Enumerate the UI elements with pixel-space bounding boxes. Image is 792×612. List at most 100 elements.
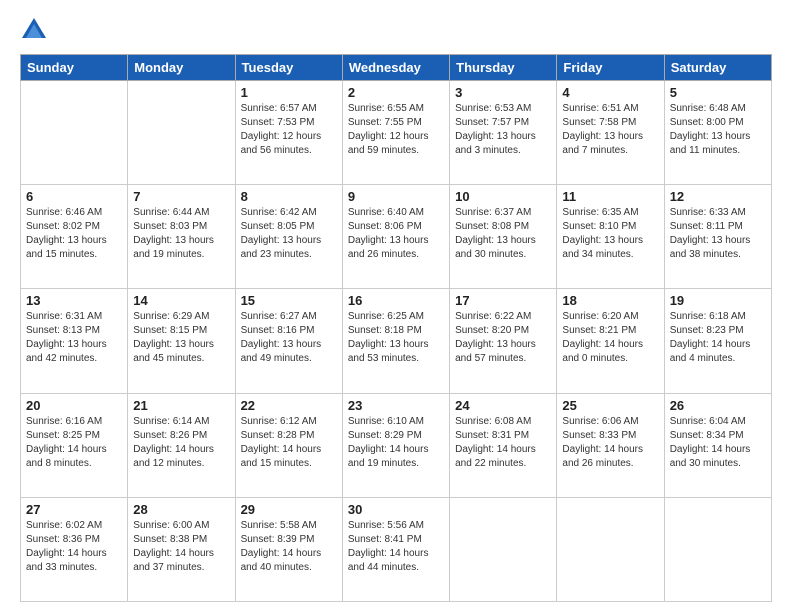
day-number: 7	[133, 189, 229, 204]
weekday-header-thursday: Thursday	[450, 55, 557, 81]
day-info: Sunrise: 6:31 AM Sunset: 8:13 PM Dayligh…	[26, 310, 122, 366]
day-number: 11	[562, 189, 658, 204]
calendar-week-row: 20Sunrise: 6:16 AM Sunset: 8:25 PM Dayli…	[21, 393, 772, 497]
calendar-cell: 28 Sunrise: 6:00 AM Sunset: 8:38 PM Dayli…	[128, 497, 235, 601]
day-info: Sunrise: 6:35 AM Sunset: 8:10 PM Dayligh…	[562, 206, 658, 262]
day-number: 12	[670, 189, 766, 204]
day-info: Sunrise: 6:04 AM Sunset: 8:34 PM Dayligh…	[670, 415, 766, 471]
calendar-cell	[128, 81, 235, 185]
day-info: Sunrise: 6:22 AM Sunset: 8:20 PM Dayligh…	[455, 310, 551, 366]
header	[20, 16, 772, 44]
day-number: 29	[241, 502, 337, 517]
weekday-header-saturday: Saturday	[664, 55, 771, 81]
day-info: Sunrise: 6:12 AM Sunset: 8:28 PM Dayligh…	[241, 415, 337, 471]
day-number: 2	[348, 85, 444, 100]
day-info: Sunrise: 6:00 AM Sunset: 8:38 PM Dayligh…	[133, 519, 229, 575]
day-number: 16	[348, 293, 444, 308]
day-info: Sunrise: 6:02 AM Sunset: 8:36 PM Dayligh…	[26, 519, 122, 575]
calendar-cell: 20Sunrise: 6:16 AM Sunset: 8:25 PM Dayli…	[21, 393, 128, 497]
weekday-header-monday: Monday	[128, 55, 235, 81]
calendar-cell	[450, 497, 557, 601]
weekday-header-friday: Friday	[557, 55, 664, 81]
day-number: 28	[133, 502, 229, 517]
day-info: Sunrise: 6:51 AM Sunset: 7:58 PM Dayligh…	[562, 102, 658, 158]
weekday-header-sunday: Sunday	[21, 55, 128, 81]
day-info: Sunrise: 6:27 AM Sunset: 8:16 PM Dayligh…	[241, 310, 337, 366]
calendar-cell	[21, 81, 128, 185]
day-number: 6	[26, 189, 122, 204]
day-number: 23	[348, 398, 444, 413]
calendar-cell: 23 Sunrise: 6:10 AM Sunset: 8:29 PM Dayli…	[342, 393, 449, 497]
day-number: 14	[133, 293, 229, 308]
calendar-cell: 10 Sunrise: 6:37 AM Sunset: 8:08 PM Dayli…	[450, 185, 557, 289]
day-info: Sunrise: 6:55 AM Sunset: 7:55 PM Dayligh…	[348, 102, 444, 158]
calendar-cell: 2 Sunrise: 6:55 AM Sunset: 7:55 PM Daylig…	[342, 81, 449, 185]
weekday-header-tuesday: Tuesday	[235, 55, 342, 81]
day-info: Sunrise: 6:42 AM Sunset: 8:05 PM Dayligh…	[241, 206, 337, 262]
day-info: Sunrise: 6:40 AM Sunset: 8:06 PM Dayligh…	[348, 206, 444, 262]
calendar-cell: 6 Sunrise: 6:46 AM Sunset: 8:02 PM Daylig…	[21, 185, 128, 289]
day-number: 8	[241, 189, 337, 204]
page: SundayMondayTuesdayWednesdayThursdayFrid…	[0, 0, 792, 612]
calendar-cell	[664, 497, 771, 601]
day-number: 10	[455, 189, 551, 204]
day-info: Sunrise: 6:18 AM Sunset: 8:23 PM Dayligh…	[670, 310, 766, 366]
day-number: 24	[455, 398, 551, 413]
calendar-cell: 14 Sunrise: 6:29 AM Sunset: 8:15 PM Dayli…	[128, 289, 235, 393]
calendar-cell: 21 Sunrise: 6:14 AM Sunset: 8:26 PM Dayli…	[128, 393, 235, 497]
day-number: 20	[26, 398, 122, 413]
calendar-cell: 3Sunrise: 6:53 AM Sunset: 7:57 PM Daylig…	[450, 81, 557, 185]
calendar-table: SundayMondayTuesdayWednesdayThursdayFrid…	[20, 54, 772, 602]
day-number: 22	[241, 398, 337, 413]
day-info: Sunrise: 6:57 AM Sunset: 7:53 PM Dayligh…	[241, 102, 337, 158]
calendar-week-row: 13 Sunrise: 6:31 AM Sunset: 8:13 PM Dayli…	[21, 289, 772, 393]
calendar-cell: 25Sunrise: 6:06 AM Sunset: 8:33 PM Dayli…	[557, 393, 664, 497]
day-info: Sunrise: 6:46 AM Sunset: 8:02 PM Dayligh…	[26, 206, 122, 262]
calendar-cell: 4 Sunrise: 6:51 AM Sunset: 7:58 PM Daylig…	[557, 81, 664, 185]
weekday-header-row: SundayMondayTuesdayWednesdayThursdayFrid…	[21, 55, 772, 81]
day-number: 1	[241, 85, 337, 100]
calendar-cell: 9 Sunrise: 6:40 AM Sunset: 8:06 PM Daylig…	[342, 185, 449, 289]
calendar-header: SundayMondayTuesdayWednesdayThursdayFrid…	[21, 55, 772, 81]
calendar-cell: 11 Sunrise: 6:35 AM Sunset: 8:10 PM Dayli…	[557, 185, 664, 289]
day-info: Sunrise: 6:33 AM Sunset: 8:11 PM Dayligh…	[670, 206, 766, 262]
calendar-cell: 24 Sunrise: 6:08 AM Sunset: 8:31 PM Dayli…	[450, 393, 557, 497]
day-info: Sunrise: 6:10 AM Sunset: 8:29 PM Dayligh…	[348, 415, 444, 471]
calendar-cell	[557, 497, 664, 601]
calendar-cell: 7 Sunrise: 6:44 AM Sunset: 8:03 PM Daylig…	[128, 185, 235, 289]
day-number: 9	[348, 189, 444, 204]
day-number: 19	[670, 293, 766, 308]
calendar-cell: 18 Sunrise: 6:20 AM Sunset: 8:21 PM Dayli…	[557, 289, 664, 393]
calendar-week-row: 27 Sunrise: 6:02 AM Sunset: 8:36 PM Dayli…	[21, 497, 772, 601]
calendar-cell: 5Sunrise: 6:48 AM Sunset: 8:00 PM Daylig…	[664, 81, 771, 185]
day-info: Sunrise: 5:56 AM Sunset: 8:41 PM Dayligh…	[348, 519, 444, 575]
calendar-cell: 27 Sunrise: 6:02 AM Sunset: 8:36 PM Dayli…	[21, 497, 128, 601]
calendar-cell: 8 Sunrise: 6:42 AM Sunset: 8:05 PM Daylig…	[235, 185, 342, 289]
calendar-week-row: 1 Sunrise: 6:57 AM Sunset: 7:53 PM Daylig…	[21, 81, 772, 185]
calendar-cell: 19 Sunrise: 6:18 AM Sunset: 8:23 PM Dayli…	[664, 289, 771, 393]
day-number: 13	[26, 293, 122, 308]
day-info: Sunrise: 6:08 AM Sunset: 8:31 PM Dayligh…	[455, 415, 551, 471]
calendar-cell: 22 Sunrise: 6:12 AM Sunset: 8:28 PM Dayli…	[235, 393, 342, 497]
day-number: 27	[26, 502, 122, 517]
logo-icon	[20, 16, 48, 44]
day-info: Sunrise: 6:37 AM Sunset: 8:08 PM Dayligh…	[455, 206, 551, 262]
day-number: 15	[241, 293, 337, 308]
calendar-cell: 26Sunrise: 6:04 AM Sunset: 8:34 PM Dayli…	[664, 393, 771, 497]
calendar-cell: 13 Sunrise: 6:31 AM Sunset: 8:13 PM Dayli…	[21, 289, 128, 393]
day-number: 30	[348, 502, 444, 517]
calendar-cell: 15 Sunrise: 6:27 AM Sunset: 8:16 PM Dayli…	[235, 289, 342, 393]
day-info: Sunrise: 6:29 AM Sunset: 8:15 PM Dayligh…	[133, 310, 229, 366]
day-info: Sunrise: 6:14 AM Sunset: 8:26 PM Dayligh…	[133, 415, 229, 471]
day-number: 18	[562, 293, 658, 308]
calendar-cell: 17Sunrise: 6:22 AM Sunset: 8:20 PM Dayli…	[450, 289, 557, 393]
day-info: Sunrise: 6:44 AM Sunset: 8:03 PM Dayligh…	[133, 206, 229, 262]
day-number: 4	[562, 85, 658, 100]
day-number: 21	[133, 398, 229, 413]
day-number: 25	[562, 398, 658, 413]
day-info: Sunrise: 6:25 AM Sunset: 8:18 PM Dayligh…	[348, 310, 444, 366]
logo	[20, 16, 50, 44]
day-info: Sunrise: 6:53 AM Sunset: 7:57 PM Dayligh…	[455, 102, 551, 158]
calendar-cell: 16 Sunrise: 6:25 AM Sunset: 8:18 PM Dayli…	[342, 289, 449, 393]
day-info: Sunrise: 6:20 AM Sunset: 8:21 PM Dayligh…	[562, 310, 658, 366]
